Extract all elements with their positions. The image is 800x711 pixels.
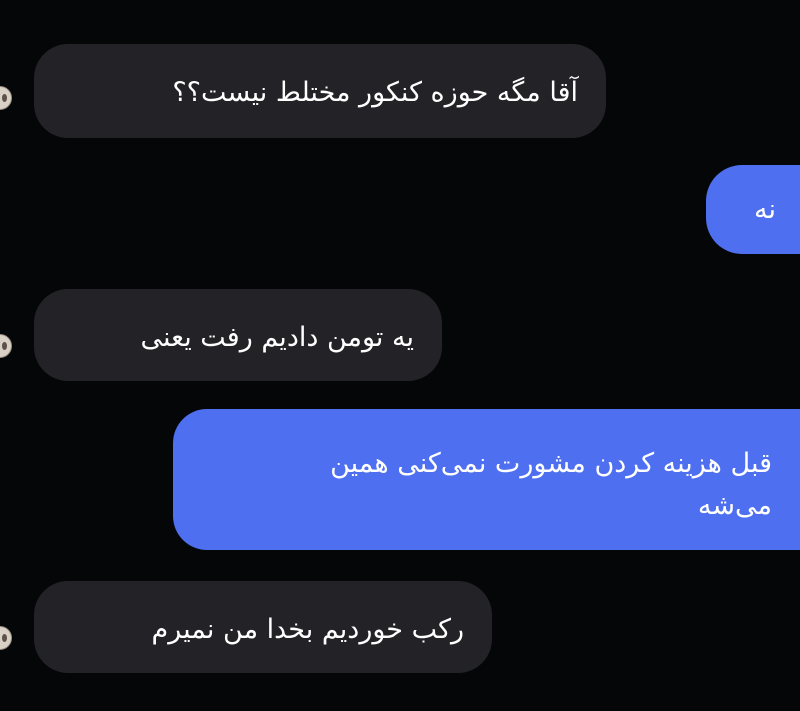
message-bubble-outgoing[interactable]: قبل هزینه کردن مشورت نمی‌کنی همین می‌شه — [173, 409, 800, 550]
message-bubble-incoming[interactable]: رکب خوردیم بخدا من نمیرم — [34, 581, 492, 673]
contact-avatar[interactable] — [0, 86, 12, 110]
message-bubble-incoming[interactable]: آقا مگه حوزه کنکور مختلط نیست؟؟ — [34, 44, 606, 138]
message-bubble-incoming[interactable]: یه تومن دادیم رفت یعنی — [34, 289, 442, 381]
contact-avatar[interactable] — [0, 334, 12, 358]
message-bubble-outgoing[interactable]: نه — [706, 165, 800, 254]
chat-thread: آقا مگه حوزه کنکور مختلط نیست؟؟ نه یه تو… — [0, 0, 800, 711]
contact-avatar[interactable] — [0, 626, 12, 650]
